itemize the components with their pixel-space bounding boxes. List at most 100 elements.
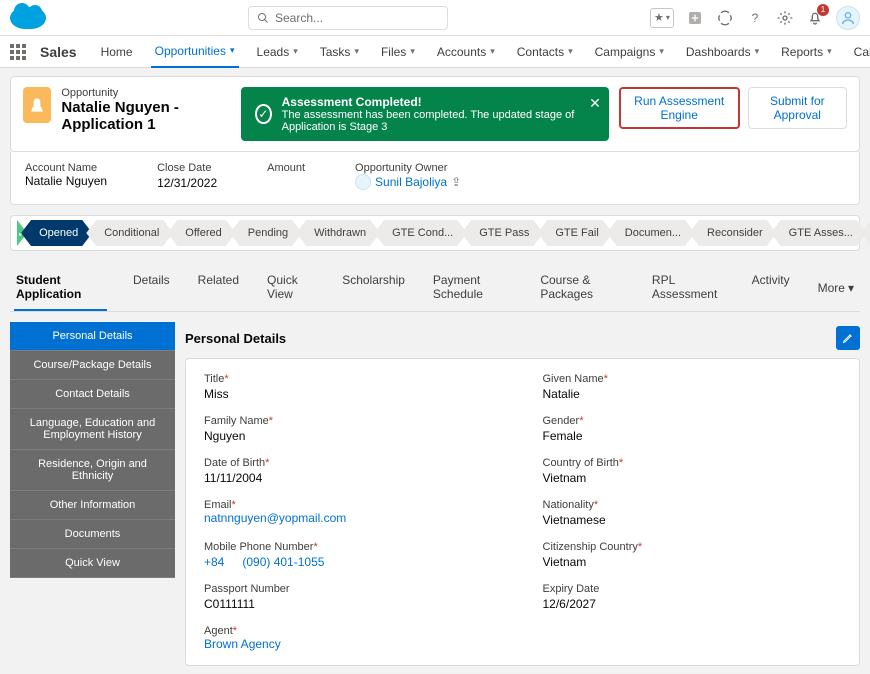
- chevron-down-icon: ▾: [230, 45, 235, 56]
- owner-link[interactable]: Sunil Bajoliya: [375, 175, 447, 189]
- help-icon[interactable]: ?: [746, 9, 764, 27]
- title-value: Miss: [204, 387, 503, 401]
- nav-opportunities[interactable]: Opportunities▾: [151, 36, 239, 68]
- nav-home[interactable]: Home: [97, 36, 137, 68]
- close-date-value: 12/31/2022: [157, 176, 217, 190]
- given-name-label: Given Name: [543, 373, 604, 385]
- cob-label: Country of Birth: [543, 457, 619, 469]
- app-launcher-icon[interactable]: [10, 44, 26, 60]
- app-name: Sales: [40, 44, 77, 60]
- submit-approval-button[interactable]: Submit for Approval: [748, 87, 847, 129]
- global-search-input[interactable]: Search...: [248, 6, 448, 30]
- toast-message: The assessment has been completed. The u…: [282, 109, 595, 133]
- stage-gte-interv[interactable]: GTE Interv...: [861, 220, 870, 246]
- stage-offered[interactable]: Offered: [167, 220, 236, 246]
- nav-reports[interactable]: Reports▾: [777, 36, 836, 68]
- search-placeholder: Search...: [275, 11, 323, 25]
- nav-calendar[interactable]: Calendar▾: [850, 36, 870, 68]
- sidemenu-language-education[interactable]: Language, Education and Employment Histo…: [10, 409, 175, 450]
- phone-number[interactable]: (090) 401-1055: [242, 555, 324, 569]
- notification-badge: 1: [817, 4, 829, 16]
- stage-opened[interactable]: Opened: [21, 220, 92, 246]
- global-header: Search... ★▾ ? 1: [0, 0, 870, 36]
- sidemenu-contact-details[interactable]: Contact Details: [10, 380, 175, 409]
- toast-title: Assessment Completed!: [282, 95, 595, 109]
- tab-course-packages[interactable]: Course & Packages: [538, 265, 626, 311]
- stage-pending[interactable]: Pending: [230, 220, 302, 246]
- agent-value[interactable]: Brown Agency: [204, 637, 281, 651]
- tab-quick-view[interactable]: Quick View: [265, 265, 316, 311]
- tab-more[interactable]: More▾: [816, 265, 856, 311]
- stage-withdrawn[interactable]: Withdrawn: [296, 220, 380, 246]
- owner-avatar-icon: [355, 174, 371, 190]
- sidemenu-personal-details[interactable]: Personal Details: [10, 322, 175, 351]
- record-title: Natalie Nguyen - Application 1: [61, 99, 231, 133]
- stage-reconsider[interactable]: Reconsider: [689, 220, 777, 246]
- edit-section-button[interactable]: [836, 326, 860, 350]
- dob-label: Date of Birth: [204, 457, 265, 469]
- email-label: Email: [204, 499, 232, 511]
- stage-gte-pass[interactable]: GTE Pass: [461, 220, 543, 246]
- sidemenu-course-package[interactable]: Course/Package Details: [10, 351, 175, 380]
- tab-rpl-assessment[interactable]: RPL Assessment: [650, 265, 726, 311]
- nav-contacts[interactable]: Contacts▾: [513, 36, 577, 68]
- stage-gte-fail[interactable]: GTE Fail: [537, 220, 612, 246]
- add-icon[interactable]: [686, 9, 704, 27]
- user-avatar-icon[interactable]: [836, 6, 860, 30]
- expiry-label: Expiry Date: [543, 583, 600, 595]
- stage-document[interactable]: Documen...: [607, 220, 695, 246]
- family-name-label: Family Name: [204, 415, 269, 427]
- account-name-link[interactable]: Natalie Nguyen: [25, 174, 107, 188]
- tab-scholarship[interactable]: Scholarship: [340, 265, 407, 311]
- account-name-label: Account Name: [25, 162, 107, 174]
- phone-cc[interactable]: +84: [204, 555, 224, 569]
- sidemenu-other-info[interactable]: Other Information: [10, 491, 175, 520]
- sidemenu-quick-view[interactable]: Quick View: [10, 549, 175, 578]
- tab-activity[interactable]: Activity: [750, 265, 792, 311]
- favorites-button[interactable]: ★▾: [650, 8, 674, 28]
- gender-value: Female: [543, 429, 842, 443]
- record-header: Opportunity Natalie Nguyen - Application…: [10, 76, 860, 152]
- title-label: Title: [204, 373, 224, 385]
- tab-payment-schedule[interactable]: Payment Schedule: [431, 265, 514, 311]
- nav-accounts[interactable]: Accounts▾: [433, 36, 499, 68]
- nav-dashboards[interactable]: Dashboards▾: [682, 36, 763, 68]
- nav-leads[interactable]: Leads▾: [253, 36, 302, 68]
- record-summary-fields: Account NameNatalie Nguyen Close Date 12/…: [10, 152, 860, 205]
- close-date-label: Close Date: [157, 162, 217, 174]
- sidemenu-residence-origin[interactable]: Residence, Origin and Ethnicity: [10, 450, 175, 491]
- tab-details[interactable]: Details: [131, 265, 172, 311]
- salesforce-logo-icon: [10, 7, 46, 29]
- agent-label: Agent: [204, 625, 233, 637]
- salesforce-help-icon[interactable]: [716, 9, 734, 27]
- chevron-down-icon: ▾: [848, 281, 854, 295]
- personal-details-form: Title*Miss Given Name*Natalie Family Nam…: [185, 358, 860, 666]
- check-circle-icon: ✓: [255, 104, 272, 124]
- opportunity-icon: [23, 87, 51, 123]
- stage-gte-assess[interactable]: GTE Asses...: [771, 220, 867, 246]
- nationality-label: Nationality: [543, 499, 594, 511]
- stage-gte-cond[interactable]: GTE Cond...: [374, 220, 467, 246]
- stage-conditional[interactable]: Conditional: [86, 220, 173, 246]
- app-navigation: Sales Home Opportunities▾ Leads▾ Tasks▾ …: [0, 36, 870, 68]
- nav-campaigns[interactable]: Campaigns▾: [591, 36, 668, 68]
- amount-label: Amount: [267, 162, 305, 174]
- setup-gear-icon[interactable]: [776, 9, 794, 27]
- search-icon: [257, 12, 269, 24]
- passport-value: C0111111: [204, 597, 503, 611]
- change-owner-icon[interactable]: ⇪: [451, 175, 461, 189]
- tab-student-application[interactable]: Student Application: [14, 265, 107, 311]
- family-name-value: Nguyen: [204, 429, 503, 443]
- run-assessment-button[interactable]: Run Assessment Engine: [619, 87, 740, 129]
- object-label: Opportunity: [61, 87, 231, 99]
- tab-related[interactable]: Related: [196, 265, 241, 311]
- email-value[interactable]: natnnguyen@yopmail.com: [204, 511, 346, 525]
- section-title: Personal Details: [185, 331, 286, 346]
- sidemenu-documents[interactable]: Documents: [10, 520, 175, 549]
- passport-label: Passport Number: [204, 583, 290, 595]
- nationality-value: Vietnamese: [543, 513, 842, 527]
- notifications-bell-icon[interactable]: 1: [806, 9, 824, 27]
- nav-files[interactable]: Files▾: [377, 36, 419, 68]
- nav-tasks[interactable]: Tasks▾: [316, 36, 363, 68]
- toast-close-icon[interactable]: ✕: [589, 95, 601, 112]
